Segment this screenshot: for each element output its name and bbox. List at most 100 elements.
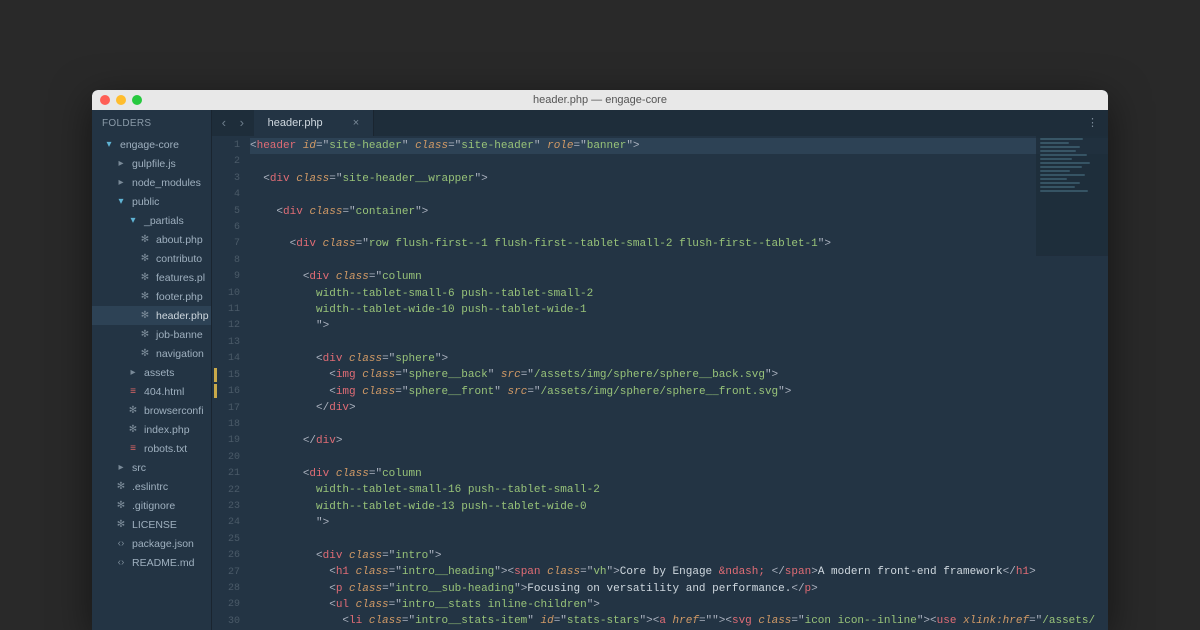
code-line[interactable] (250, 417, 1108, 433)
nav-arrows: ‹ › (212, 110, 254, 136)
line-number: 16 (212, 384, 240, 400)
tree-item[interactable]: ≡robots.txt (92, 439, 211, 458)
file-gen-icon: ✻ (138, 291, 152, 302)
file-gen-icon: ✻ (138, 272, 152, 283)
line-number: 10 (212, 286, 240, 302)
code-line[interactable]: <div class="container"> (250, 204, 1108, 220)
titlebar[interactable]: header.php — engage-core (92, 90, 1108, 110)
nav-forward-icon[interactable]: › (238, 116, 246, 131)
tree-item[interactable]: ▸ gulpfile.js (92, 154, 211, 173)
tree-item[interactable]: ▾engage-core (92, 135, 211, 154)
tree-item-label: node_modules (132, 177, 201, 189)
code-line[interactable]: <li class="intro__stats-item" id="stats-… (250, 613, 1108, 629)
code-line[interactable] (250, 187, 1108, 203)
tree-item[interactable]: ✻job-banne (92, 325, 211, 344)
code-line[interactable]: <img class="sphere__front" src="/assets/… (250, 384, 1108, 400)
code-line[interactable]: <p class="intro__sub-heading">Focusing o… (250, 581, 1108, 597)
tab-active[interactable]: header.php × (254, 110, 375, 136)
traffic-lights (100, 95, 142, 105)
tree-item-label: gulpfile.js (132, 158, 176, 170)
code-line[interactable]: width--tablet-wide-10 push--tablet-wide-… (250, 302, 1108, 318)
code-line[interactable]: <div class="intro"> (250, 548, 1108, 564)
code-line[interactable]: <header id="site-header" class="site-hea… (250, 138, 1108, 154)
tree-item[interactable]: ‹›package.json (92, 534, 211, 553)
minimap[interactable] (1036, 136, 1108, 256)
code-line[interactable]: </div> (250, 433, 1108, 449)
close-icon[interactable] (100, 95, 110, 105)
tree-item-label: .gitignore (132, 500, 175, 512)
line-number: 11 (212, 302, 240, 318)
tree-item[interactable]: ▸assets (92, 363, 211, 382)
code-content[interactable]: <header id="site-header" class="site-hea… (246, 136, 1108, 630)
code-line[interactable]: <div class="column (250, 269, 1108, 285)
tree-item[interactable]: ✻ footer.php (92, 287, 211, 306)
tree-item-label: README.md (132, 557, 194, 569)
code-line[interactable]: <div class="row flush-first--1 flush-fir… (250, 236, 1108, 252)
code-line[interactable] (250, 154, 1108, 170)
folder-closed-icon: ▸ (114, 158, 128, 169)
code-line[interactable]: <div class="column (250, 466, 1108, 482)
code-line[interactable] (250, 220, 1108, 236)
line-number: 9 (212, 269, 240, 285)
nav-back-icon[interactable]: ‹ (220, 116, 228, 131)
code-line[interactable]: width--tablet-small-16 push--tablet-smal… (250, 482, 1108, 498)
tree-item[interactable]: ✻index.php (92, 420, 211, 439)
line-number: 6 (212, 220, 240, 236)
tree-item[interactable]: ▾_partials (92, 211, 211, 230)
line-number: 30 (212, 614, 240, 630)
code-line[interactable]: <img class="sphere__back" src="/assets/i… (250, 367, 1108, 383)
code-line[interactable]: width--tablet-small-6 push--tablet-small… (250, 286, 1108, 302)
tree-item[interactable]: ✻.eslintrc (92, 477, 211, 496)
code-line[interactable]: <ul class="intro__stats inline-children"… (250, 597, 1108, 613)
tree-item[interactable]: ✻navigation (92, 344, 211, 363)
line-number: 27 (212, 565, 240, 581)
code-line[interactable] (250, 335, 1108, 351)
code-line[interactable]: </div> (250, 400, 1108, 416)
tree-item-label: src (132, 462, 146, 474)
line-number: 20 (212, 450, 240, 466)
tree-item[interactable]: ✻ .gitignore (92, 496, 211, 515)
tree-item-label: footer.php (156, 291, 203, 303)
tabbar: ‹ › header.php × ⋮ (212, 110, 1108, 136)
folder-open-icon: ▾ (126, 215, 140, 226)
tree-item-label: about.php (156, 234, 203, 246)
code-line[interactable]: <h1 class="intro__heading"><span class="… (250, 564, 1108, 580)
line-number: 15 (212, 368, 240, 384)
line-number: 1 (212, 138, 240, 154)
tab-close-icon[interactable]: × (353, 117, 359, 129)
zoom-icon[interactable] (132, 95, 142, 105)
code-line[interactable]: width--tablet-wide-13 push--tablet-wide-… (250, 499, 1108, 515)
line-gutter: 1234567891011121314151617181920212223242… (212, 136, 246, 630)
tree-item-label: assets (144, 367, 174, 379)
file-gen-icon: ✻ (114, 500, 128, 511)
tree-item[interactable]: ✻features.pl (92, 268, 211, 287)
line-number: 8 (212, 253, 240, 269)
line-number: 14 (212, 351, 240, 367)
tree-item[interactable]: ✻contributo (92, 249, 211, 268)
code-line[interactable] (250, 531, 1108, 547)
file-code-icon: ‹› (114, 557, 128, 568)
code-line[interactable] (250, 253, 1108, 269)
code-line[interactable]: <div class="site-header__wrapper"> (250, 171, 1108, 187)
minimize-icon[interactable] (116, 95, 126, 105)
code-line[interactable] (250, 449, 1108, 465)
code-area[interactable]: 1234567891011121314151617181920212223242… (212, 136, 1108, 630)
tab-overflow-icon[interactable]: ⋮ (1077, 110, 1108, 136)
tree-item[interactable]: ✻header.php (92, 306, 211, 325)
tree-item-label: header.php (156, 310, 209, 322)
tree-item[interactable]: ▸ src (92, 458, 211, 477)
tree-item[interactable]: ▾public (92, 192, 211, 211)
tree-item[interactable]: ✻about.php (92, 230, 211, 249)
line-number: 25 (212, 532, 240, 548)
folder-closed-icon: ▸ (114, 462, 128, 473)
code-line[interactable]: "> (250, 318, 1108, 334)
tree-item[interactable]: ✻browserconfi (92, 401, 211, 420)
tree-item[interactable]: ≡404.html (92, 382, 211, 401)
tree-item[interactable]: ▸node_modules (92, 173, 211, 192)
code-line[interactable]: "> (250, 515, 1108, 531)
file-gen-icon: ✻ (138, 253, 152, 264)
code-line[interactable]: <div class="sphere"> (250, 351, 1108, 367)
tree-item[interactable]: ✻LICENSE (92, 515, 211, 534)
tree-item[interactable]: ‹› README.md (92, 553, 211, 572)
file-gen-icon: ✻ (114, 519, 128, 530)
